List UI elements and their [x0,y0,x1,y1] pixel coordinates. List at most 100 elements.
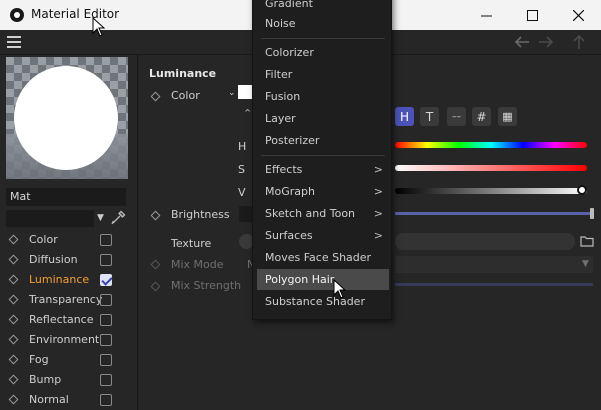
menu-item-label: Surfaces [265,229,313,242]
material-sidebar: Mat ▼ Color Diffusion Luminance Transparenc… [0,55,138,410]
channel-checkbox[interactable] [100,234,112,246]
mix-mode-label: Mix Mode [171,258,224,271]
mix-strength-slider [395,283,593,286]
mixer-mode-tab[interactable]: –– [447,107,466,126]
hamburger-menu-icon[interactable] [7,36,21,48]
channel-item[interactable]: Reflectance [0,310,138,330]
chevron-down-icon: ▼ [582,259,589,269]
menu-item-sketch-and-toon[interactable]: Sketch and Toon > [257,203,389,224]
menu-item-filter[interactable]: Filter [257,64,389,85]
hsv-mode-tab[interactable]: H [395,107,414,126]
minimize-icon [480,15,492,16]
forward-arrow-icon[interactable] [538,35,554,49]
minimize-button[interactable] [463,0,509,30]
channel-item[interactable]: Color [0,230,138,250]
value-slider-handle[interactable] [577,185,587,195]
channel-label: Diffusion [29,253,78,266]
diamond-icon [8,274,19,285]
submenu-arrow-icon: > [373,207,383,220]
menu-item-label: Filter [265,68,293,81]
channel-checkbox[interactable] [100,394,112,406]
close-button[interactable] [555,0,601,30]
channel-checkbox[interactable] [100,354,112,366]
kelvin-mode-tab[interactable]: T [420,107,439,126]
channel-checkbox[interactable] [100,294,112,306]
brightness-slider[interactable] [395,212,593,215]
maximize-button[interactable] [509,0,555,30]
channel-label: Transparency [29,293,103,306]
saturation-slider[interactable] [395,165,587,171]
menu-item-surfaces[interactable]: Surfaces > [257,225,389,246]
diamond-icon [8,254,19,265]
hand-cursor-icon [333,279,347,299]
material-name-field[interactable]: Mat [6,188,126,206]
chevron-up-down-icon[interactable]: ⌃ [243,107,252,120]
channel-item[interactable]: Luminance [0,270,138,290]
submenu-arrow-icon: > [373,163,383,176]
mouse-cursor-icon [92,17,106,37]
menu-item-colorizer[interactable]: Colorizer [257,42,389,63]
channel-label: Luminance [29,273,90,286]
channel-checkbox[interactable] [100,374,112,386]
keyframe-diamond-icon[interactable] [150,210,161,221]
material-selector[interactable] [6,210,94,227]
diamond-icon [8,234,19,245]
hue-slider[interactable] [395,142,587,148]
s-label: S [238,163,245,176]
channel-label: Reflectance [29,313,94,326]
menu-item-label: Substance Shader [265,295,365,308]
shader-popup-menu: Gradient Noise Colorizer Filter Fusion Layer P… [252,0,392,320]
menu-item-noise[interactable]: Noise [257,13,389,34]
brightness-slider-handle[interactable] [590,208,594,219]
keyframe-diamond-icon [150,281,161,292]
channel-checkbox[interactable] [100,334,112,346]
menu-item-label: Polygon Hair [265,273,335,286]
menu-item-posterizer[interactable]: Posterizer [257,130,389,151]
channel-item[interactable]: Bump [0,370,138,390]
menu-item-mograph[interactable]: MoGraph > [257,181,389,202]
channel-checkbox[interactable] [100,254,112,266]
menu-item-moves-face-shader[interactable]: Moves Face Shader [257,247,389,268]
menu-item-label: Gradient [265,0,313,10]
menu-separator [261,155,385,156]
channel-item[interactable]: Fog [0,350,138,370]
menu-item-label: Colorizer [265,46,314,59]
menu-item-label: Noise [265,17,296,30]
menu-item-fusion[interactable]: Fusion [257,86,389,107]
channel-checkbox[interactable] [100,274,112,286]
preview-sphere [14,66,118,170]
diamond-icon [8,354,19,365]
diamond-icon [8,294,19,305]
swatches-mode-tab[interactable]: ▦ [498,107,517,126]
material-preview[interactable] [6,57,128,179]
maximize-icon [526,9,538,21]
keyframe-diamond-icon[interactable] [150,91,161,102]
channel-checkbox[interactable] [100,314,112,326]
value-slider[interactable] [395,188,587,194]
menu-item-layer[interactable]: Layer [257,108,389,129]
chevron-down-icon[interactable]: ⌄ [228,88,236,98]
back-arrow-icon[interactable] [514,35,530,49]
diamond-icon [8,334,19,345]
up-arrow-icon[interactable] [572,34,586,50]
menu-item-gradient[interactable]: Gradient [257,0,389,14]
channel-item[interactable]: Normal [0,390,138,410]
texture-field[interactable] [395,233,575,250]
menu-item-polygon-hair[interactable]: Polygon Hair [257,269,389,290]
mix-strength-label: Mix Strength [171,279,242,292]
channel-item[interactable]: Transparency [0,290,138,310]
eyedropper-icon[interactable] [110,210,126,226]
menu-item-effects[interactable]: Effects > [257,159,389,180]
menu-item-label: Fusion [265,90,301,103]
dropdown-arrow-icon[interactable]: ▼ [97,213,104,223]
color-swatch[interactable] [238,85,252,99]
channel-item[interactable]: Environment [0,330,138,350]
diamond-icon [8,314,19,325]
hex-mode-tab[interactable]: # [472,107,491,126]
channel-item[interactable]: Diffusion [0,250,138,270]
h-label: H [238,140,247,153]
app-logo-icon [10,8,24,22]
section-title: Luminance [149,67,217,80]
menu-item-substance-shader[interactable]: Substance Shader [257,291,389,312]
folder-icon[interactable] [580,235,594,247]
